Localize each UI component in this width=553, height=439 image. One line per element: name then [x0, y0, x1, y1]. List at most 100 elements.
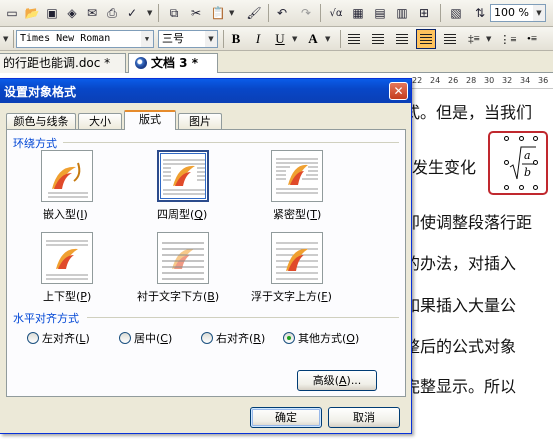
undo-icon[interactable]: ↶ [272, 3, 292, 23]
chevron-down-icon[interactable]: ▼ [3, 35, 8, 43]
show-hide-icon[interactable]: ⇅ [470, 3, 490, 23]
chevron-down-icon[interactable]: ▼ [147, 9, 152, 17]
resize-handle[interactable] [519, 185, 524, 190]
paste-icon[interactable]: 📋 [208, 3, 228, 23]
wrap-inline-option[interactable] [41, 150, 93, 202]
align-right-radio[interactable]: 右对齐(R) [201, 330, 265, 346]
radio-circle [201, 332, 213, 344]
chevron-down-icon[interactable]: ▼ [205, 31, 217, 47]
chevron-down-icon[interactable]: ▼ [229, 9, 234, 17]
italic-button[interactable]: I [248, 29, 268, 49]
resize-handle[interactable] [533, 185, 538, 190]
justify-icon [420, 34, 432, 44]
group-divider [63, 142, 399, 143]
align-center-radio[interactable]: 居中(C) [119, 330, 172, 346]
font-name-combo[interactable]: Times New Roman ▼ [16, 30, 154, 48]
chevron-down-icon[interactable]: ▼ [141, 31, 153, 47]
dialog-tabs: 颜色与线条 大小 版式 图片 [0, 109, 410, 130]
toolbar-separator [268, 4, 269, 22]
toolbar-separator [440, 4, 441, 22]
align-other-radio[interactable]: 其他方式(O) [283, 330, 359, 346]
columns-icon[interactable]: ▥ [392, 3, 412, 23]
underline-button[interactable]: U [270, 29, 290, 49]
chevron-down-icon[interactable]: ▼ [292, 35, 297, 43]
equation-icon[interactable]: √α [326, 3, 346, 23]
font-size-combo[interactable]: 三号 ▼ [158, 30, 218, 48]
excel-icon[interactable]: ▤ [370, 3, 390, 23]
numbering-button[interactable]: ⋮≡ [498, 29, 518, 49]
document-tab-bar: 的行距也能调.doc * 文档 3 * [0, 51, 553, 74]
doc-text-line: 如果插入大量公 [404, 296, 517, 315]
wrap-behind-option[interactable] [157, 232, 209, 284]
tab-label: 的行距也能调.doc * [3, 56, 111, 70]
spelling-icon[interactable]: ✓ [122, 3, 142, 23]
align-center-button[interactable] [368, 29, 388, 49]
document-map-icon[interactable]: ▧ [446, 3, 466, 23]
line-spacing-button[interactable]: ‡≡ [464, 29, 484, 49]
tab-colors-lines[interactable]: 颜色与线条 [6, 113, 76, 130]
save-icon[interactable]: ▣ [42, 3, 62, 23]
justify-button[interactable] [416, 29, 436, 49]
resize-handle[interactable] [519, 136, 524, 141]
wrap-infront-option[interactable] [271, 232, 323, 284]
doc-text-line: 发生变化 [412, 158, 477, 177]
formatting-toolbar: ▼ Times New Roman ▼ 三号 ▼ B I U ▼ A ▼ ‡≡ … [0, 27, 553, 51]
resize-handle[interactable] [504, 185, 509, 190]
wrap-square-label: 四周型(Q) [157, 208, 208, 221]
zoom-value: 100 % [494, 6, 529, 19]
cut-icon[interactable]: ✂ [186, 3, 206, 23]
doc-text-line: 整后的公式对象 [404, 337, 517, 356]
ruler-tick: 22 [412, 76, 423, 85]
align-right-button[interactable] [392, 29, 412, 49]
wrap-inline-icon [48, 162, 88, 198]
align-left-button[interactable] [344, 29, 364, 49]
mail-icon[interactable]: ✉ [82, 3, 102, 23]
font-color-button[interactable]: A [303, 29, 323, 49]
redo-icon[interactable]: ↷ [296, 3, 316, 23]
wrap-tight-option[interactable] [271, 150, 323, 202]
chevron-down-icon[interactable]: ▼ [325, 35, 330, 43]
tab-doc-1[interactable]: 的行距也能调.doc * [0, 53, 126, 73]
table-icon[interactable]: ▦ [348, 3, 368, 23]
wrap-tight-label: 紧密型(T) [273, 208, 322, 221]
open-icon[interactable]: 📂 [22, 3, 42, 23]
resize-handle[interactable] [504, 136, 509, 141]
chevron-down-icon[interactable]: ▼ [533, 5, 545, 21]
tab-doc-3[interactable]: 文档 3 * [128, 53, 218, 74]
zoom-combo[interactable]: 100 % ▼ [490, 4, 546, 22]
layout-panel: 环绕方式 嵌入型(I) 四周型(Q) 紧密型(T) 上下型(P) 衬于文字下方(… [6, 129, 406, 397]
tab-size[interactable]: 大小 [78, 113, 122, 130]
permission-icon[interactable]: ◈ [62, 3, 82, 23]
drawing-icon[interactable]: ⊞ [414, 3, 434, 23]
tab-layout[interactable]: 版式 [124, 110, 176, 130]
doc-text-line: 完整显示。所以 [404, 377, 517, 396]
wrap-infront-icon [276, 242, 318, 280]
ok-button[interactable]: 确定 [250, 407, 322, 428]
bullets-button[interactable]: •≡ [522, 29, 542, 49]
print-icon[interactable]: ⎙ [102, 3, 122, 23]
advanced-button[interactable]: 高级(A)... [297, 370, 377, 391]
wrap-infront-label: 浮于文字上方(F) [251, 290, 332, 303]
bold-button[interactable]: B [226, 29, 246, 49]
wrap-square-option[interactable] [157, 150, 209, 202]
doc-text-line: 即使调整段落行距 [404, 213, 533, 232]
ruler-tick: 32 [502, 76, 513, 85]
formula-numerator: a [524, 149, 531, 162]
resize-handle[interactable] [533, 136, 538, 141]
format-painter-icon[interactable]: 🖌 [244, 3, 264, 23]
dialog-title-bar[interactable]: 设置对象格式 ✕ [0, 79, 411, 103]
radio-circle [27, 332, 39, 344]
align-left-radio[interactable]: 左对齐(L) [27, 330, 90, 346]
tab-picture[interactable]: 图片 [178, 113, 222, 130]
wrap-topbottom-option[interactable] [41, 232, 93, 284]
copy-icon[interactable]: ⧉ [164, 3, 184, 23]
align-group-label: 水平对齐方式 [13, 312, 79, 325]
close-button[interactable]: ✕ [389, 82, 408, 100]
ruler-tick: 36 [538, 76, 549, 85]
new-doc-icon[interactable]: ▭ [2, 3, 22, 23]
font-name-value: Times New Roman [20, 33, 111, 44]
chevron-down-icon[interactable]: ▼ [486, 35, 491, 43]
doc-text-line: 式。但是，当我们 [404, 103, 533, 122]
distributed-button[interactable] [440, 29, 460, 49]
cancel-button[interactable]: 取消 [328, 407, 400, 428]
